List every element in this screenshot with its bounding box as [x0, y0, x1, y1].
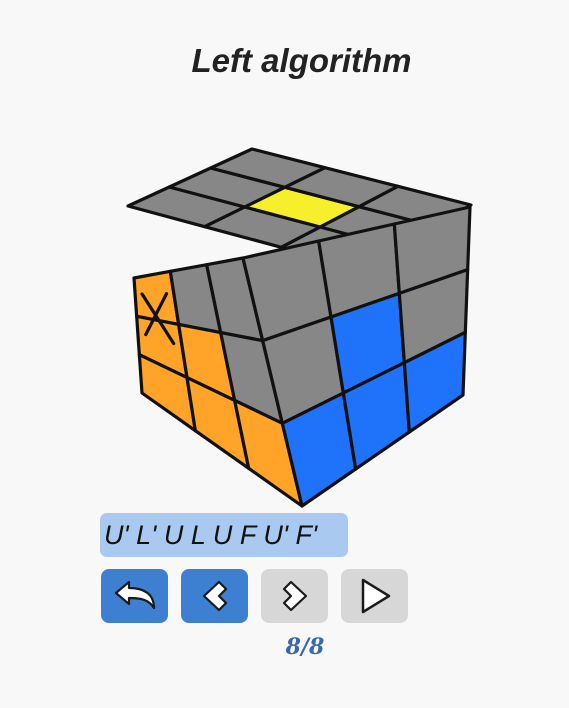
reset-button[interactable]	[101, 569, 168, 623]
chevron-right-icon	[282, 580, 307, 612]
chevron-left-icon	[202, 580, 227, 612]
algorithm-text: U' L' U L U F U' F'	[100, 513, 348, 557]
play-icon	[361, 578, 390, 614]
next-button[interactable]	[261, 569, 328, 623]
undo-arrow-icon	[114, 580, 155, 610]
play-button[interactable]	[341, 569, 408, 623]
previous-button[interactable]	[181, 569, 248, 623]
step-counter: 8/8	[285, 634, 325, 660]
